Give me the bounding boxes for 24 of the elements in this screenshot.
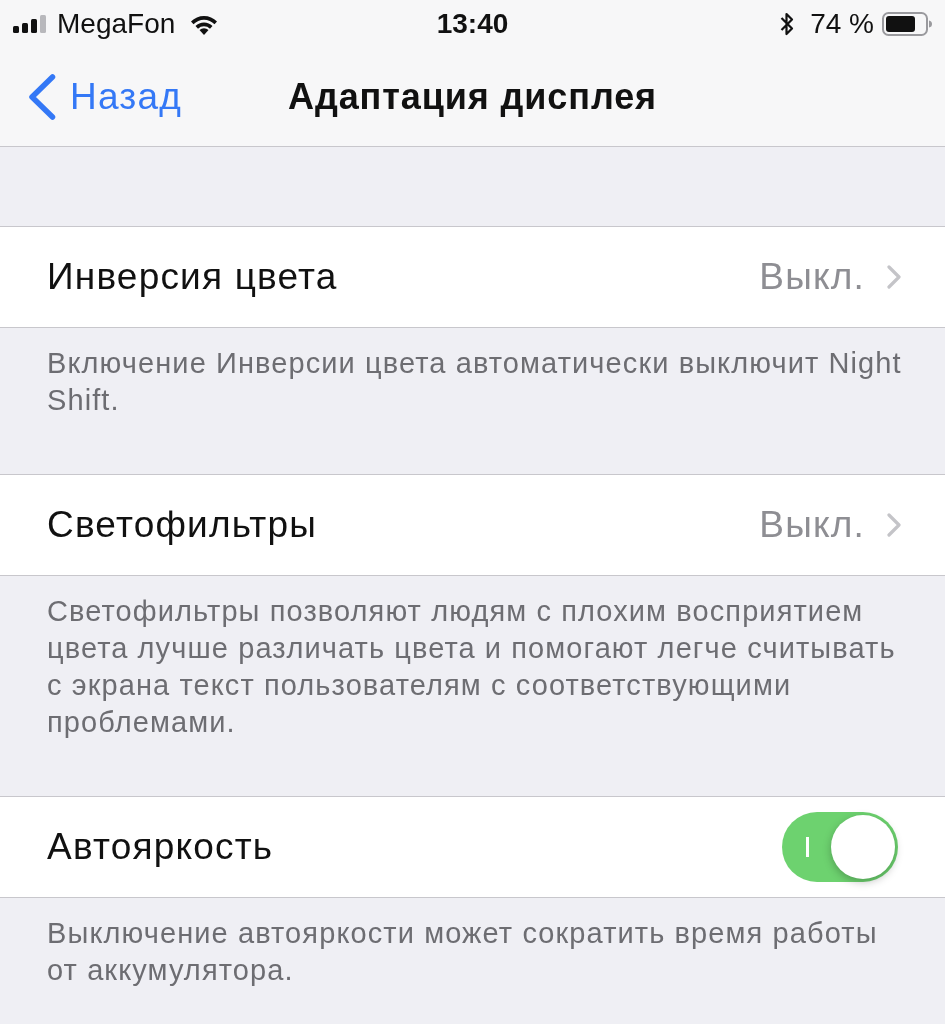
footer-note: Включение Инверсии цвета автоматически выключит Night Shift. <box>46 346 903 418</box>
footer-note: Выключение автояркости может сократить время работы от аккумулятора. <box>46 916 879 988</box>
toggle-switch[interactable] <box>782 812 898 882</box>
chevron-right-icon <box>887 265 901 289</box>
row-label: Автояркость <box>47 826 274 868</box>
signal-icon <box>13 15 47 33</box>
chevron-left-icon <box>28 74 56 120</box>
chevron-right-icon <box>887 513 901 537</box>
bluetooth-icon <box>780 11 795 37</box>
row-label: Светофильтры <box>47 504 318 546</box>
footer-note: Светофильтры позволяют людям с плохим восприятием цвета лучше различать цвета и помогают легче считывать с экрана текст пользователям с соответствующими проблемами. <box>46 594 897 740</box>
wifi-icon <box>189 13 220 35</box>
row-label: Инверсия цвета <box>47 256 338 298</box>
status-time: 13:40 <box>436 8 509 40</box>
carrier-name: MegaFon <box>57 8 176 40</box>
settings-row[interactable]: Автояркость <box>0 796 945 898</box>
row-value: Выкл. <box>759 504 865 546</box>
battery-percent: 74 % <box>810 8 874 40</box>
page-title: Адаптация дисплея <box>288 76 657 118</box>
settings-row[interactable]: Светофильтры Выкл. <box>0 474 945 576</box>
settings-row[interactable]: Инверсия цвета Выкл. <box>0 226 945 328</box>
battery-icon <box>882 12 932 36</box>
back-button[interactable]: Назад <box>0 67 182 127</box>
row-value: Выкл. <box>759 256 865 298</box>
